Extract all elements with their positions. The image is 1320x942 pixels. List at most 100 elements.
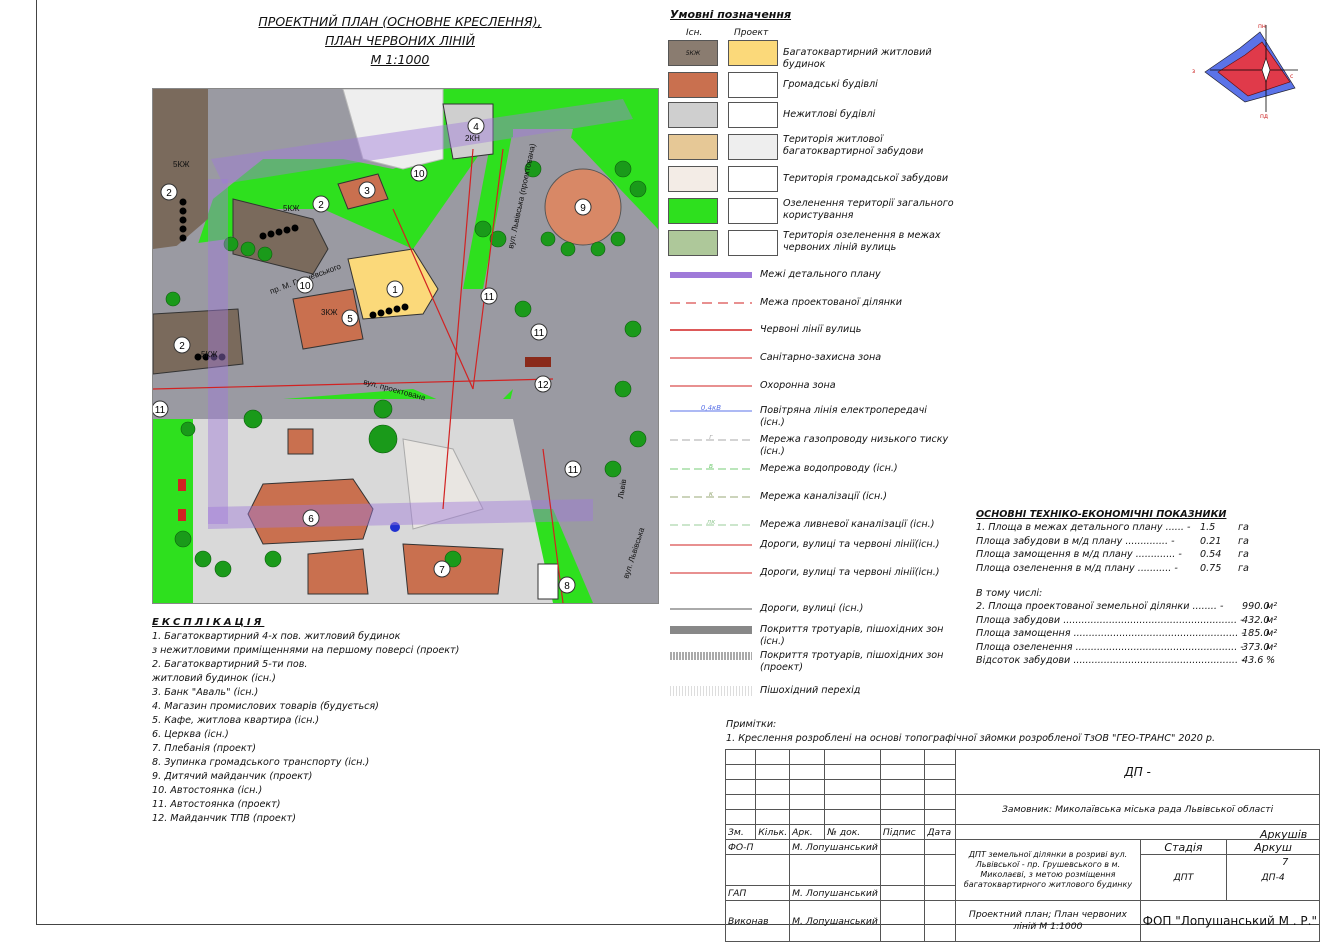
legend-line-label: Дороги, вулиці (існ.) [760,603,864,614]
tep-row-unit: м² [1266,641,1278,653]
compass-s: пд [1260,113,1268,120]
compass-e: с [1290,73,1293,80]
marker-6: 6 [302,509,320,527]
marker-5: 5 [341,309,359,327]
title-line-1: ПРОЕКТНИЙ ПЛАН (ОСНОВНЕ КРЕСЛЕННЯ), [258,14,542,29]
stamp-customer: Замовник: Миколаївська міська рада Львів… [955,794,1320,825]
red-marker-1 [178,479,186,491]
legend-area-label: Громадські будівлі [783,79,878,90]
stamp-stage: ДПТ [1139,854,1228,901]
legend-line-label: Дороги, вулиці та червоні лінії(існ.) [760,539,940,550]
svg-text:11: 11 [534,328,545,339]
map-label-3kzh: 3КЖ [321,308,338,317]
svg-text:6: 6 [308,514,314,525]
stamp-sheet-h: Аркуш [1226,839,1320,855]
tep-row: Площа озеленення .......................… [976,641,1296,654]
legend-line-label: Червоні лінії вулиць [760,324,862,335]
tep-row-unit: га [1238,562,1249,574]
legend-area-label: Озеленення території загального користув… [783,198,954,221]
explication-item: 8. Зупинка громадського транспорту (існ.… [152,757,370,768]
explication-item: 9. Дитячий майданчик (проект) [152,771,313,782]
tep-row-value: 43.6 [1242,654,1264,666]
legend-line-label: Дороги, вулиці та червоні лінії(існ.) [760,567,940,578]
stamp-name-2: М. Лопушанський [789,885,881,901]
tep-row-value: 0.75 [1200,562,1222,574]
legend: Умовні позначення Існ. Проект 5КЖ Багаток… [668,6,968,706]
svg-text:7: 7 [439,565,445,576]
waste-site-12 [525,357,551,367]
legend-line-sample [670,357,752,359]
tep-row-unit: га [1238,535,1249,547]
svg-text:8: 8 [564,581,570,592]
stamp-cell [724,749,757,765]
legend-line-label: Мережа ливневої каналізації (існ.) [760,519,935,530]
stamp-sheet: ДП-4 [1226,854,1320,901]
explication-item: 5. Кафе, житлова квартира (існ.) [152,715,320,726]
svg-text:2: 2 [179,341,185,352]
legend-line-sample [670,626,752,634]
svg-text:12: 12 [537,380,549,391]
legend-line-tag: лк [706,518,716,526]
legend-area-label: Територія житлової багатоквартирної забу… [783,134,924,157]
tep-row-unit: га [1238,549,1249,561]
title-block: ДП - Замовник: Миколаївська міська рада … [724,749,1320,942]
site-plan-svg: 5КЖ 5КЖ 5КЖ 3КЖ 2КН пр. М. Грушевського … [153,89,658,603]
legend-col-project: Проект [734,28,769,38]
building-2-left [153,89,208,249]
tep-row: 2. Площа проектованої земельної ділянки … [976,600,1296,613]
explication-item: 4. Магазин промислових товарів (будуєтьс… [152,701,379,712]
tep-row-label: Площа забудови .........................… [976,614,1244,626]
svg-text:4: 4 [473,122,479,133]
stamp-project: ДПТ земельної ділянки в розриві вул. Льв… [955,839,1141,901]
notes: Примітки: 1. Креслення розроблені на осн… [726,718,1215,746]
tep-title: ОСНОВНІ ТЕХНІКО-ЕКОНОМІЧНІ ПОКАЗНИКИ [976,509,1227,520]
explication-item: житловий будинок (існ.) [152,673,276,684]
marker-10b: 10 [296,276,314,294]
title-line-3: М 1:1000 [370,52,430,67]
legend-line-sample [670,686,752,696]
tep-row: Площа замощення ........................… [976,627,1296,640]
tep-row-value: 0.21 [1200,535,1222,547]
explication-item: 11. Автостоянка (проект) [152,799,281,810]
road-proektovana [153,399,658,419]
explication-item: 10. Автостоянка (існ.) [152,785,263,796]
legend-area-label: Нежитлові будівлі [783,109,876,120]
svg-text:3: 3 [364,186,370,197]
explication: ЕКСПЛІКАЦІЯ 1. Багатоквартирний 4-х пов.… [152,616,572,826]
stamp-role-1: ФО-П [724,839,791,855]
tep-row-unit: м² [1266,601,1278,613]
stamp-sheets: 7 [1282,857,1289,868]
legend-line-tag: г [709,433,713,441]
svg-text:2: 2 [318,200,324,211]
tep-row-label: 1. Площа в межах детального плану ......… [976,522,1191,534]
legend-swatch-project [728,40,778,66]
legend-line-label: Мережа газопроводу низького тиску (існ.) [760,434,949,457]
stamp-sheets-h: Аркушів [1260,828,1308,841]
stamp-firm: ФОП "Лопушанський М . Р." [1139,900,1320,942]
stamp-stage-h: Стадія [1139,839,1228,855]
legend-line-tag: 0,4кВ [701,404,721,412]
legend-area-label: Територія озеленення в межах червоних лі… [783,230,941,253]
tep-row: 1. Площа в межах детального плану ......… [976,521,1296,534]
explication-item: 7. Плебанія (проект) [152,743,257,754]
tep-row-unit: м² [1266,614,1278,626]
stamp-h-kilk: Кільк. [755,824,791,840]
map-label-2kn: 2КН [465,134,480,143]
stamp-name-3: М. Лопушанський [789,900,881,942]
stamp-sheet-title: Проектний план; План червоних ліній М 1:… [955,900,1141,942]
tep-rows-2: 2. Площа проектованої земельної ділянки … [976,600,1296,667]
svg-text:1: 1 [392,285,398,296]
stamp-code: ДП - [955,749,1320,795]
legend-line-label: Санітарно-захисна зона [760,352,882,363]
legend-swatch-exist [668,166,718,192]
legend-line-sample: г [670,433,752,441]
tep-row-value: 1.5 [1200,522,1216,534]
svg-text:11: 11 [568,465,579,476]
legend-line-sample [670,302,752,304]
legend-swatch-project [728,72,778,98]
svg-text:9: 9 [580,203,586,214]
stamp-role-3: Виконав [724,900,791,942]
tep-row-label: Площа озеленення .......................… [976,641,1244,653]
stamp-h-doc: № док. [824,824,881,840]
stamp-name-1: М. Лопушанський [789,839,881,855]
